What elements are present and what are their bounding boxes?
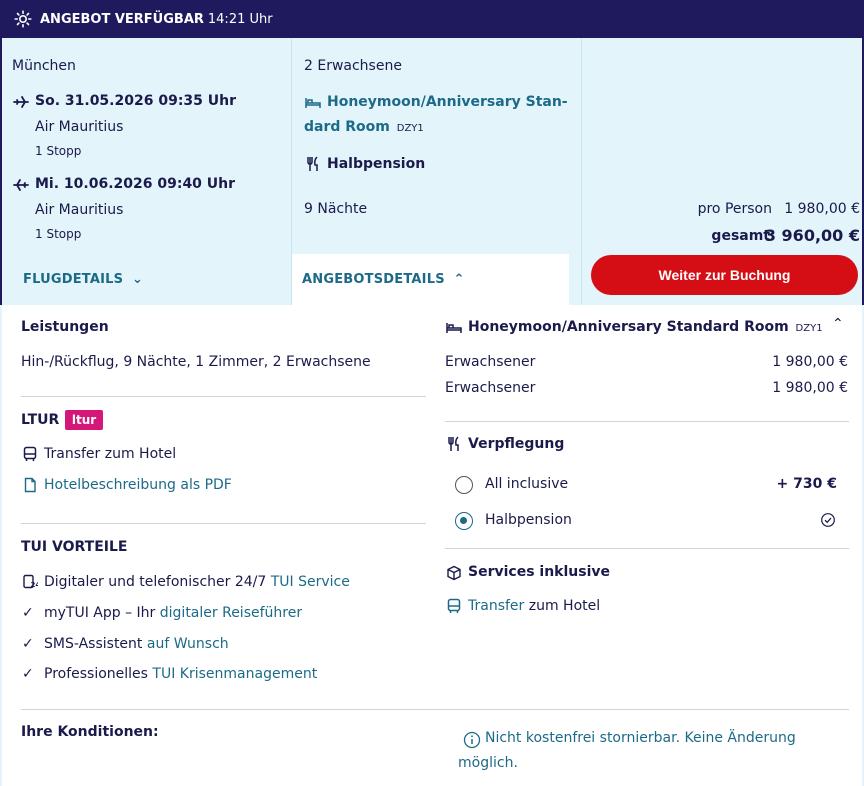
transfer-link[interactable]: Transfer: [468, 598, 524, 614]
per-person-price: 1 980,00 €: [784, 201, 860, 217]
conditions-heading: Ihre Konditionen:: [21, 724, 159, 740]
room-panel-code: DZY1: [795, 323, 823, 334]
services-text: Hin-/Rückflug, 9 Nächte, 1 Zimmer, 2 Erw…: [21, 354, 371, 370]
status-label: ANGEBOT VERFÜGBAR: [40, 11, 204, 27]
tab-offer-details[interactable]: ANGEBOTSDETAILS ⌃: [292, 254, 569, 306]
included-services-heading: Services inklusive: [468, 564, 611, 580]
phone-service-icon: 24: [23, 574, 39, 589]
total-price: 3 960,00 €: [764, 226, 860, 245]
offer-details-label: ANGEBOTSDETAILS: [302, 272, 445, 287]
price-row-value: 1 980,00 €: [772, 380, 848, 396]
check-icon: ✓: [22, 605, 34, 621]
plane-return-icon: [13, 179, 29, 191]
divider: [445, 421, 849, 422]
room-panel-title: Honeymoon/Anniversary Standard Room DZY1: [468, 319, 823, 335]
plane-departure-icon: [13, 96, 29, 108]
offer-details-link[interactable]: ANGEBOTSDETAILS ⌃: [302, 272, 465, 287]
svg-text:24: 24: [31, 581, 39, 589]
meal-option-label[interactable]: All inclusive: [485, 476, 568, 492]
benefit-text: Digitaler und telefonischer 24/7: [44, 574, 271, 590]
cancellation-note-line1: Nicht kostenfrei stornierbar. Keine Ände…: [485, 730, 796, 746]
benefit-item: SMS-Assistent auf Wunsch: [44, 636, 229, 652]
benefit-text: myTUI App – Ihr: [44, 605, 160, 621]
bed-icon: [305, 98, 321, 108]
document-icon: [24, 477, 36, 493]
origin-city: München: [12, 58, 76, 74]
benefit-item: myTUI App – Ihr digitaler Reiseführer: [44, 605, 302, 621]
cancellation-note-line2: möglich.: [458, 755, 518, 771]
room-name-line2: dard Room DZY1: [304, 119, 424, 135]
bus-icon: [447, 598, 461, 613]
check-icon: ✓: [22, 636, 34, 652]
ltur-logo: ltur: [65, 410, 103, 430]
outbound-stops: 1 Stopp: [35, 144, 82, 158]
cutlery-icon: [307, 156, 318, 171]
info-icon: [463, 731, 481, 749]
benefit-link[interactable]: TUI Service: [271, 574, 350, 590]
included-transfer: Transfer zum Hotel: [468, 598, 600, 614]
hotel-pdf-link[interactable]: Hotelbeschreibung als PDF: [44, 477, 232, 493]
divider: [445, 548, 849, 549]
ltur-logo-text: ltur: [71, 413, 97, 427]
divider: [21, 709, 849, 710]
nights-count: 9 Nächte: [304, 201, 368, 217]
benefit-link[interactable]: TUI Krisenmanagement: [152, 666, 317, 682]
check-circle-icon: [821, 513, 835, 527]
room-name-part: dard Room: [304, 119, 390, 135]
bus-icon: [23, 446, 37, 461]
services-heading: Leistungen: [21, 319, 109, 335]
chevron-up-icon[interactable]: ⌃: [832, 316, 844, 332]
meal-option-radio[interactable]: [455, 476, 473, 494]
continue-booking-button[interactable]: Weiter zur Buchung: [591, 255, 858, 295]
offer-details-panel: [0, 305, 864, 786]
tui-benefits-heading: TUI VORTEILE: [21, 539, 128, 555]
ltur-heading: LTUR: [21, 412, 60, 428]
offer-status-bar: ANGEBOT VERFÜGBAR 14:21 Uhr: [0, 0, 864, 38]
status-time: 14:21 Uhr: [207, 11, 273, 27]
check-icon: ✓: [22, 666, 34, 682]
divider: [21, 523, 426, 524]
price-row-label: Erwachsener: [445, 380, 536, 396]
ltur-transfer: Transfer zum Hotel: [44, 446, 177, 462]
benefit-link[interactable]: auf Wunsch: [147, 636, 229, 652]
meal-option-surcharge: + 730 €: [776, 476, 837, 492]
inbound-airline: Air Mauritius: [35, 202, 124, 218]
flight-column: München So. 31.05.2026 09:35 Uhr Air Mau…: [2, 38, 292, 305]
benefit-text: SMS-Assistent: [44, 636, 147, 652]
benefit-item: Professionelles TUI Krisenmanagement: [44, 666, 317, 682]
board-type: Halbpension: [327, 156, 426, 172]
flight-details-label: FLUGDETAILS: [23, 272, 124, 287]
outbound-airline: Air Mauritius: [35, 119, 124, 135]
chevron-up-icon: ⌃: [453, 272, 465, 287]
inbound-date: Mi. 10.06.2026 09:40 Uhr: [35, 176, 236, 192]
meal-option-radio-selected[interactable]: [455, 512, 473, 530]
chevron-down-icon: ⌄: [131, 272, 144, 287]
bed-icon: [446, 323, 462, 333]
transfer-text: zum Hotel: [524, 598, 601, 614]
room-panel-title-text: Honeymoon/Anniversary Standard Room: [468, 319, 789, 335]
per-person-label: pro Person: [697, 201, 772, 217]
travellers: 2 Erwachsene: [304, 58, 402, 74]
price-row-label: Erwachsener: [445, 354, 536, 370]
total-label: gesamt: [711, 228, 770, 244]
benefit-item: Digitaler und telefonischer 24/7 TUI Ser…: [44, 574, 350, 590]
price-row-value: 1 980,00 €: [772, 354, 848, 370]
divider: [21, 396, 426, 397]
cutlery-icon: [448, 436, 459, 451]
inbound-stops: 1 Stopp: [35, 227, 82, 241]
flight-details-link[interactable]: FLUGDETAILS ⌄: [23, 272, 143, 287]
package-icon: [447, 565, 461, 581]
room-name-line1: Honeymoon/Anniversary Stan-: [327, 94, 568, 110]
meal-plan-heading: Verpflegung: [468, 436, 565, 452]
offer-card: ANGEBOT VERFÜGBAR 14:21 Uhr München So. …: [0, 0, 864, 786]
sun-icon: [14, 10, 32, 28]
outbound-date: So. 31.05.2026 09:35 Uhr: [35, 93, 237, 109]
benefit-link[interactable]: digitaler Reiseführer: [160, 605, 302, 621]
meal-option-label[interactable]: Halbpension: [485, 512, 572, 528]
benefit-text: Professionelles: [44, 666, 153, 682]
room-code: DZY1: [396, 123, 424, 134]
